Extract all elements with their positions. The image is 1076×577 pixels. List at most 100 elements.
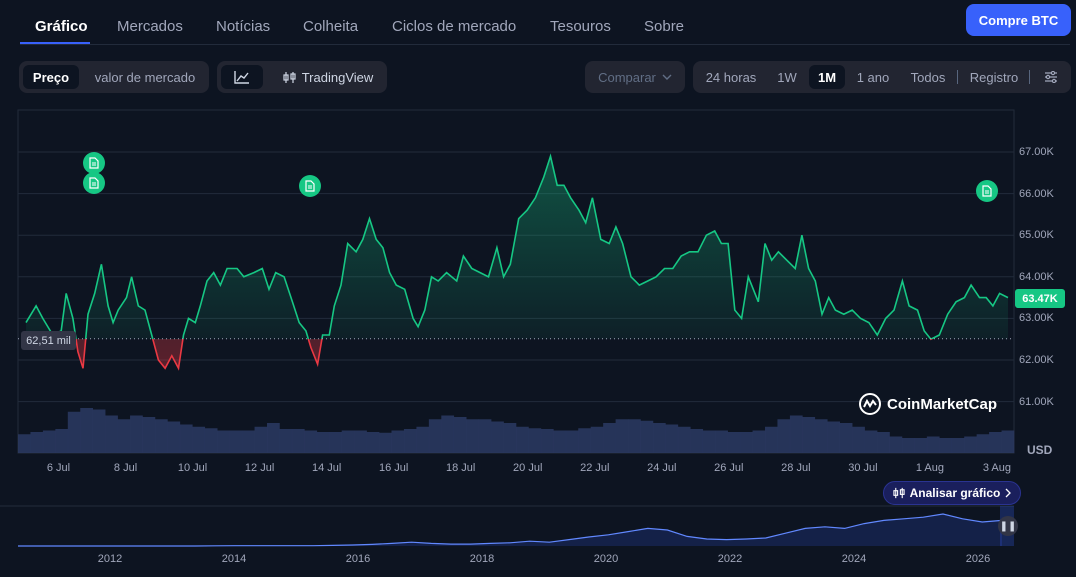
y-tick-label: 65.00K [1019,229,1054,242]
x-tick-label: 12 Jul [244,462,275,474]
volume-bar [154,419,168,453]
navigator-year-label: 2012 [97,553,123,565]
news-marker[interactable] [976,180,998,202]
x-tick-label: 26 Jul [714,462,744,474]
volume-bar [242,430,255,453]
volume-bar [914,438,928,453]
volume-bar [503,423,517,453]
navigator-year-label: 2024 [841,553,867,565]
coinmarketcap-watermark: CoinMarketCap [858,392,997,416]
volume-bar [578,428,591,453]
x-tick-label: 20 Jul [513,462,543,474]
document-icon [982,185,992,197]
volume-bar [453,417,467,453]
navigator-year-label: 2016 [345,553,371,565]
x-tick-label: 3 Aug [982,462,1012,474]
document-icon [305,180,315,192]
volume-bar [466,419,479,453]
news-marker[interactable] [299,175,321,197]
y-tick-label: 66.00K [1019,187,1054,200]
volume-bar [316,432,330,453]
volume-bar [640,420,654,453]
volume-bar [877,432,890,453]
y-tick-label: 61.00K [1019,395,1054,408]
volume-bar [304,430,318,453]
volume-bar [814,419,828,453]
news-marker[interactable] [83,152,105,174]
x-tick-label: 16 Jul [378,462,409,474]
x-tick-label: 18 Jul [446,462,476,474]
document-icon [89,157,99,169]
volume-bar [565,430,579,453]
volume-bar [652,423,666,453]
volume-bar [391,430,405,453]
volume-bar [715,430,728,453]
x-tick-label: 8 Jul [113,462,138,474]
analyze-chart-button[interactable]: Analisar gráfico [883,481,1021,505]
volume-bar [553,430,567,453]
start-price-tag: 62,51 mil [21,331,76,350]
y-tick-label: 62.00K [1019,354,1054,366]
volume-bar [615,419,629,453]
analyze-label: Analisar gráfico [909,486,1001,500]
x-tick-label: 14 Jul [311,462,342,474]
volume-bar [528,428,542,453]
history-navigator[interactable] [0,505,1014,547]
navigator-year-label: 2020 [593,553,619,565]
volume-bar [167,421,181,453]
volume-bar [379,432,392,453]
navigator-area [18,514,1002,546]
coinmarketcap-logo-icon [859,393,881,415]
document-icon [89,177,99,189]
volume-bar [80,408,93,453]
volume-bar [478,419,492,453]
volume-bar [229,430,243,453]
volume-bar [204,428,218,453]
volume-bar [740,432,753,453]
volume-bar [540,429,554,453]
volume-bar [291,429,305,453]
volume-bar [690,429,704,453]
volume-bar [777,419,791,453]
volume-bar [267,423,280,453]
volume-bar [416,426,430,453]
volume-bar [42,430,56,453]
volume-bar [354,430,367,453]
y-tick-label: 67.00K [1019,146,1054,158]
volume-bar [18,434,31,453]
volume-bar [341,430,355,453]
volume-bar [117,419,131,453]
volume-bar [142,417,156,453]
volume-bar [491,421,504,453]
volume-bar [628,419,641,453]
volume-bar [130,415,143,453]
navigator-year-label: 2026 [965,553,991,565]
volume-bar [30,432,44,453]
volume-bar [55,429,69,453]
news-marker[interactable] [83,172,105,194]
volume-bar [192,426,206,453]
volume-bar [590,426,604,453]
x-tick-label: 28 Jul [781,462,811,474]
x-tick-label: 1 Aug [915,462,944,474]
volume-bar [603,423,616,453]
volume-bar [677,426,691,453]
volume-bar [403,429,417,453]
volume-bar [441,415,455,453]
volume-bar [105,415,118,453]
volume-bar [1001,430,1015,453]
x-tick-label: 24 Jul [647,462,677,474]
y-tick-label: 64.00K [1019,270,1054,283]
volume-bar [179,424,193,453]
volume-bar [976,434,990,453]
volume-bar [964,436,977,453]
volume-bar [279,429,293,453]
volume-bar [889,436,903,453]
volume-bar [789,415,803,453]
volume-bar [765,426,778,453]
volume-bar [827,421,840,453]
volume-bar [727,432,741,453]
volume-bar [254,426,268,453]
navigator-handle[interactable]: ❚❚ [998,516,1018,536]
volume-bar [752,430,766,453]
